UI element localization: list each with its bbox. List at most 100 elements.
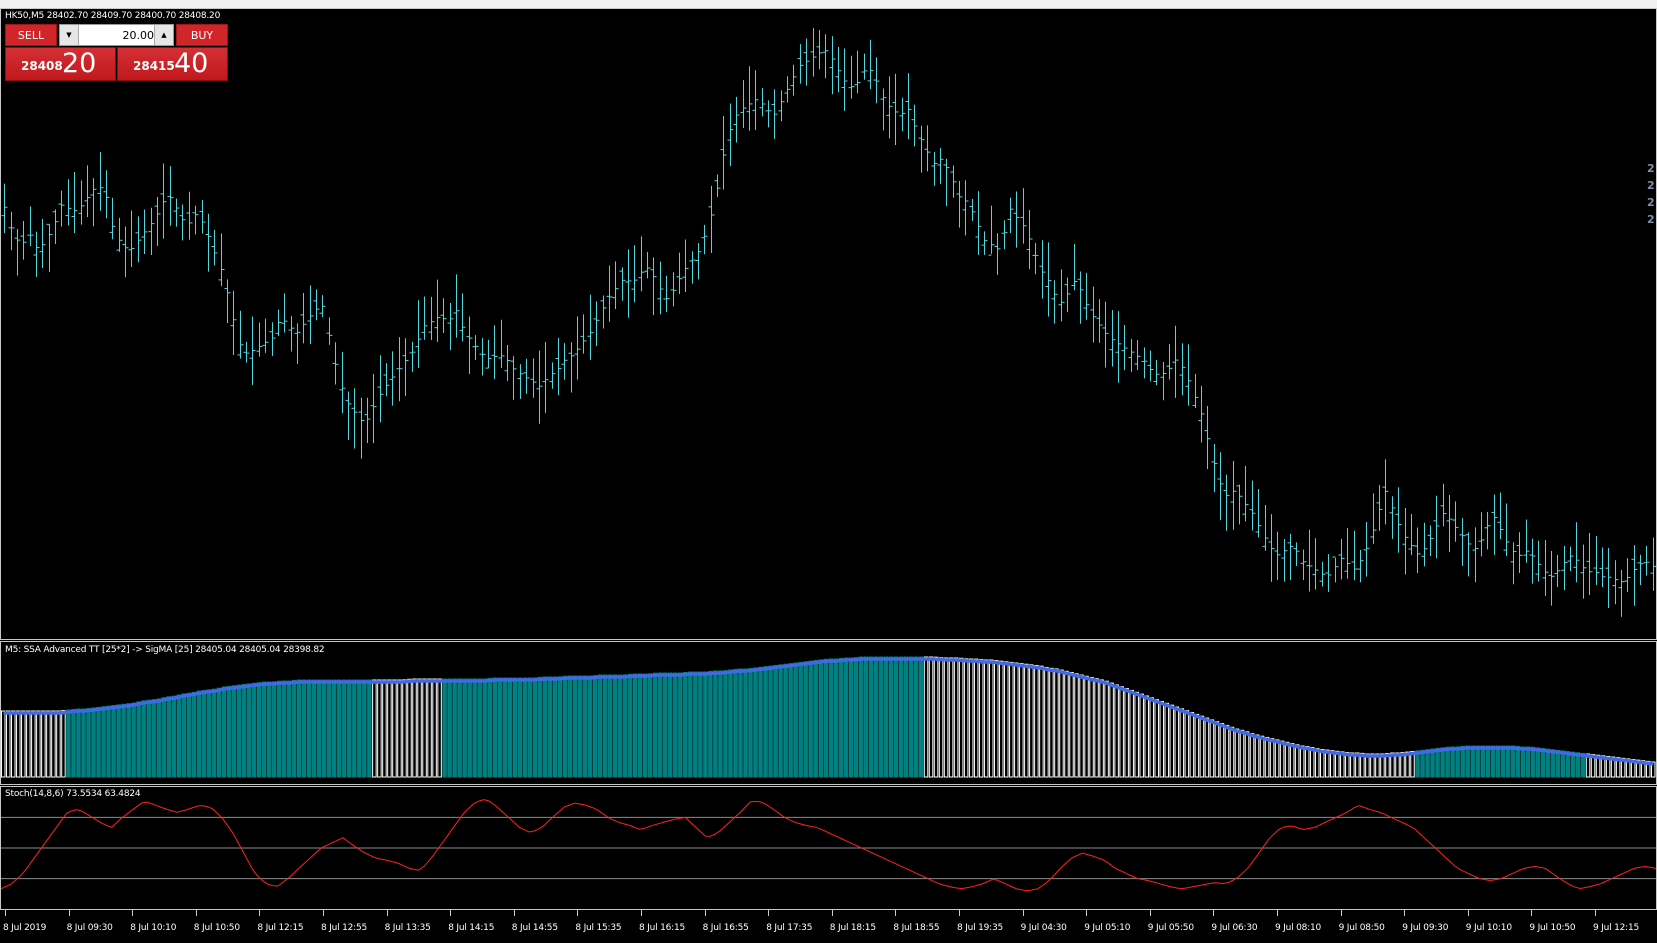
- ssa-histogram-bar: [91, 707, 96, 778]
- ssa-histogram-bar: [76, 708, 81, 778]
- ssa-histogram-bar: [968, 658, 974, 778]
- ssa-histogram-bar: [607, 674, 613, 778]
- ssa-histogram-bar: [1560, 750, 1566, 778]
- ssa-histogram-bar: [1139, 693, 1144, 778]
- ssa-histogram-bar: [1129, 689, 1134, 778]
- sell-price-main: 28408: [21, 59, 63, 73]
- stochastic-main-line: [1, 799, 1656, 892]
- ssa-indicator-label: M5: SSA Advanced TT [25*2] -> SigMA [25]…: [5, 645, 325, 655]
- ssa-histogram-bar: [1540, 747, 1546, 778]
- time-axis-label: 8 Jul 14:55: [511, 923, 558, 933]
- ssa-histogram-bar: [572, 675, 578, 778]
- ssa-histogram-bar: [1550, 749, 1556, 778]
- ssa-histogram-bar: [552, 676, 558, 778]
- ssa-histogram-bar: [678, 672, 683, 778]
- time-axis-label: 9 Jul 08:50: [1338, 923, 1385, 933]
- ssa-histogram-bar: [708, 670, 713, 778]
- ssa-histogram-bar: [301, 679, 307, 778]
- ssa-histogram-bar: [26, 710, 31, 778]
- ssa-histogram-bar: [1495, 745, 1501, 778]
- time-axis-tick: [1022, 910, 1024, 916]
- ssa-histogram-bar: [1004, 661, 1009, 778]
- buy-button[interactable]: BUY: [176, 24, 228, 46]
- time-axis-label: 9 Jul 05:10: [1084, 923, 1131, 933]
- ssa-histogram-bar: [1084, 675, 1089, 778]
- ssa-histogram-bar: [703, 671, 708, 778]
- ssa-histogram-bar: [36, 710, 41, 778]
- ssa-histogram-bar: [843, 657, 849, 778]
- ssa-histogram-bar: [582, 675, 588, 778]
- time-axis-label: 8 Jul 18:55: [893, 923, 940, 933]
- ssa-histogram-bar: [171, 695, 177, 778]
- buy-price-button[interactable]: 28415 40: [117, 47, 228, 81]
- ssa-histogram-bar: [106, 705, 111, 778]
- ssa-histogram-bar: [231, 685, 237, 778]
- lot-decrease-button[interactable]: ▼: [60, 25, 79, 45]
- ssa-histogram-bar: [622, 674, 628, 778]
- ssa-histogram-bar: [567, 675, 573, 778]
- price-chart-pane[interactable]: HK50,M5 28402.70 28409.70 28400.70 28408…: [0, 8, 1657, 640]
- ssa-histogram-bar: [768, 665, 773, 778]
- ssa-histogram-bar: [31, 710, 36, 778]
- time-axis-label: 8 Jul 2019: [3, 923, 47, 933]
- ssa-histogram-bar: [1244, 731, 1250, 778]
- ssa-histogram-bar: [988, 659, 994, 778]
- ssa-histogram-bar: [121, 703, 126, 778]
- time-axis-label: 8 Jul 10:10: [130, 923, 177, 933]
- ssa-histogram-bar: [652, 672, 658, 778]
- ssa-histogram-bar: [1054, 668, 1059, 778]
- ssa-histogram-bar: [1465, 745, 1470, 778]
- ssa-histogram-bar: [1144, 695, 1149, 778]
- ssa-histogram-bar: [1219, 723, 1225, 778]
- ssa-histogram-bar: [657, 672, 663, 778]
- ssa-histogram-bar: [918, 656, 924, 778]
- ssa-histogram-bar: [201, 689, 207, 778]
- ssa-histogram-bar: [1485, 745, 1491, 778]
- ssa-histogram-bar: [1024, 663, 1029, 778]
- ssa-histogram-bar: [1555, 749, 1561, 778]
- ssa-histogram-bar: [176, 694, 182, 778]
- ssa-histogram-bar: [828, 658, 834, 778]
- ssa-histogram-bar: [713, 670, 718, 778]
- ssa-histogram-bar: [1309, 746, 1315, 778]
- ssa-histogram-bar: [86, 708, 91, 778]
- time-axis-label: 9 Jul 04:30: [1020, 923, 1067, 933]
- time-axis-tick: [1404, 910, 1406, 916]
- ssa-histogram-bar: [788, 663, 793, 778]
- ssa-histogram-bar: [527, 677, 533, 778]
- ssa-histogram-bar: [1104, 680, 1109, 778]
- ssa-histogram-bar: [1229, 726, 1235, 778]
- ssa-histogram-bar: [236, 684, 242, 778]
- time-axis-tick: [831, 910, 833, 916]
- stochastic-svg: [1, 799, 1656, 892]
- ssa-histogram-bar: [1319, 748, 1325, 778]
- time-axis-tick: [959, 910, 960, 916]
- ssa-histogram-bar: [156, 698, 161, 778]
- ssa-histogram-bar: [773, 664, 778, 778]
- ssa-histogram-bar: [146, 699, 151, 778]
- ssa-histogram-bar: [71, 708, 76, 778]
- ssa-histogram-bar: [1069, 672, 1074, 778]
- ssa-histogram-bar: [883, 656, 889, 778]
- ssa-histogram-bar: [377, 679, 382, 778]
- stochastic-pane[interactable]: Stoch(14,8,6) 73.5534 63.4824: [0, 786, 1657, 910]
- ssa-histogram-bar: [457, 678, 462, 778]
- time-axis-tick: [1531, 910, 1533, 916]
- ssa-histogram-bar: [337, 679, 342, 778]
- sell-button[interactable]: SELL: [5, 24, 57, 46]
- ssa-histogram-bar: [808, 660, 813, 778]
- ssa-histogram-bar: [1274, 739, 1280, 778]
- price-scale-label: 2: [1647, 196, 1655, 209]
- ssa-histogram-bar: [818, 659, 823, 778]
- ssa-indicator-pane[interactable]: M5: SSA Advanced TT [25*2] -> SigMA [25]…: [0, 641, 1657, 785]
- time-axis-label: 8 Jul 09:30: [66, 923, 113, 933]
- ssa-histogram-bar: [663, 672, 668, 778]
- time-axis-tick: [195, 910, 197, 916]
- lot-size-input[interactable]: [79, 26, 154, 44]
- ssa-histogram-bar: [196, 690, 202, 778]
- time-axis-label: 8 Jul 14:15: [448, 923, 495, 933]
- sell-price-button[interactable]: 28408 20: [5, 47, 116, 81]
- lot-increase-button[interactable]: ▲: [154, 25, 173, 45]
- ssa-histogram-bar: [1475, 745, 1480, 778]
- ssa-histogram-bar: [1189, 712, 1195, 778]
